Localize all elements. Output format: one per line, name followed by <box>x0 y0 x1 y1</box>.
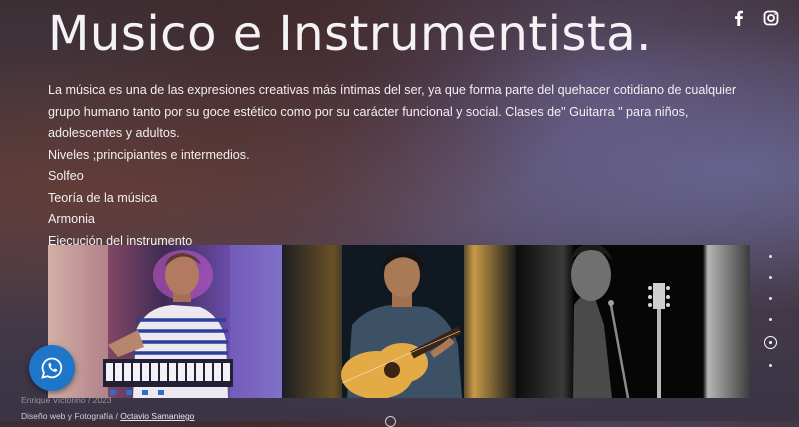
gallery-slide-guitar-player[interactable] <box>282 245 516 398</box>
pagination-dot-5-active[interactable] <box>763 336 777 349</box>
description: La música es una de las expresiones crea… <box>48 80 748 252</box>
pagination-dot-3[interactable] <box>768 297 772 300</box>
page-title: Musico e Instrumentista. <box>48 6 652 62</box>
facebook-icon[interactable] <box>731 10 747 26</box>
description-item-harmony: Armonia <box>48 212 95 226</box>
keyboard-player-photo <box>48 245 282 398</box>
scroll-indicator-icon[interactable] <box>385 416 396 427</box>
pagination-dot-2[interactable] <box>768 276 772 279</box>
gallery-slide-keyboard-player[interactable] <box>48 245 282 398</box>
pagination-dot-6[interactable] <box>768 364 772 367</box>
description-item-solfeo: Solfeo <box>48 169 84 183</box>
guitar-player-photo <box>282 245 516 398</box>
pagination-dot-4[interactable] <box>768 318 772 321</box>
description-intro: La música es una de las expresiones crea… <box>48 83 737 140</box>
footer-copyright: Enrique Victorino / 2023 <box>21 395 112 405</box>
footer-credit-link[interactable]: Octavio Samaniego <box>120 411 194 421</box>
description-levels: Niveles ;principiantes e intermedios. <box>48 147 250 162</box>
guitar-player-bw-photo <box>516 245 750 398</box>
footer-credit: Diseño web y Fotografía / Octavio Samani… <box>21 411 194 421</box>
gallery-pagination <box>763 246 777 376</box>
footer-credit-prefix: Diseño web y Fotografía / <box>21 411 121 421</box>
whatsapp-icon <box>41 357 63 379</box>
whatsapp-button[interactable] <box>29 345 75 391</box>
gallery-slide-guitar-player-bw[interactable] <box>516 245 750 398</box>
pagination-dot-1[interactable] <box>768 255 772 258</box>
description-item-theory: Teoría de la música <box>48 190 158 205</box>
photo-gallery[interactable] <box>48 245 750 398</box>
social-links <box>731 10 779 26</box>
instagram-icon[interactable] <box>763 10 779 26</box>
